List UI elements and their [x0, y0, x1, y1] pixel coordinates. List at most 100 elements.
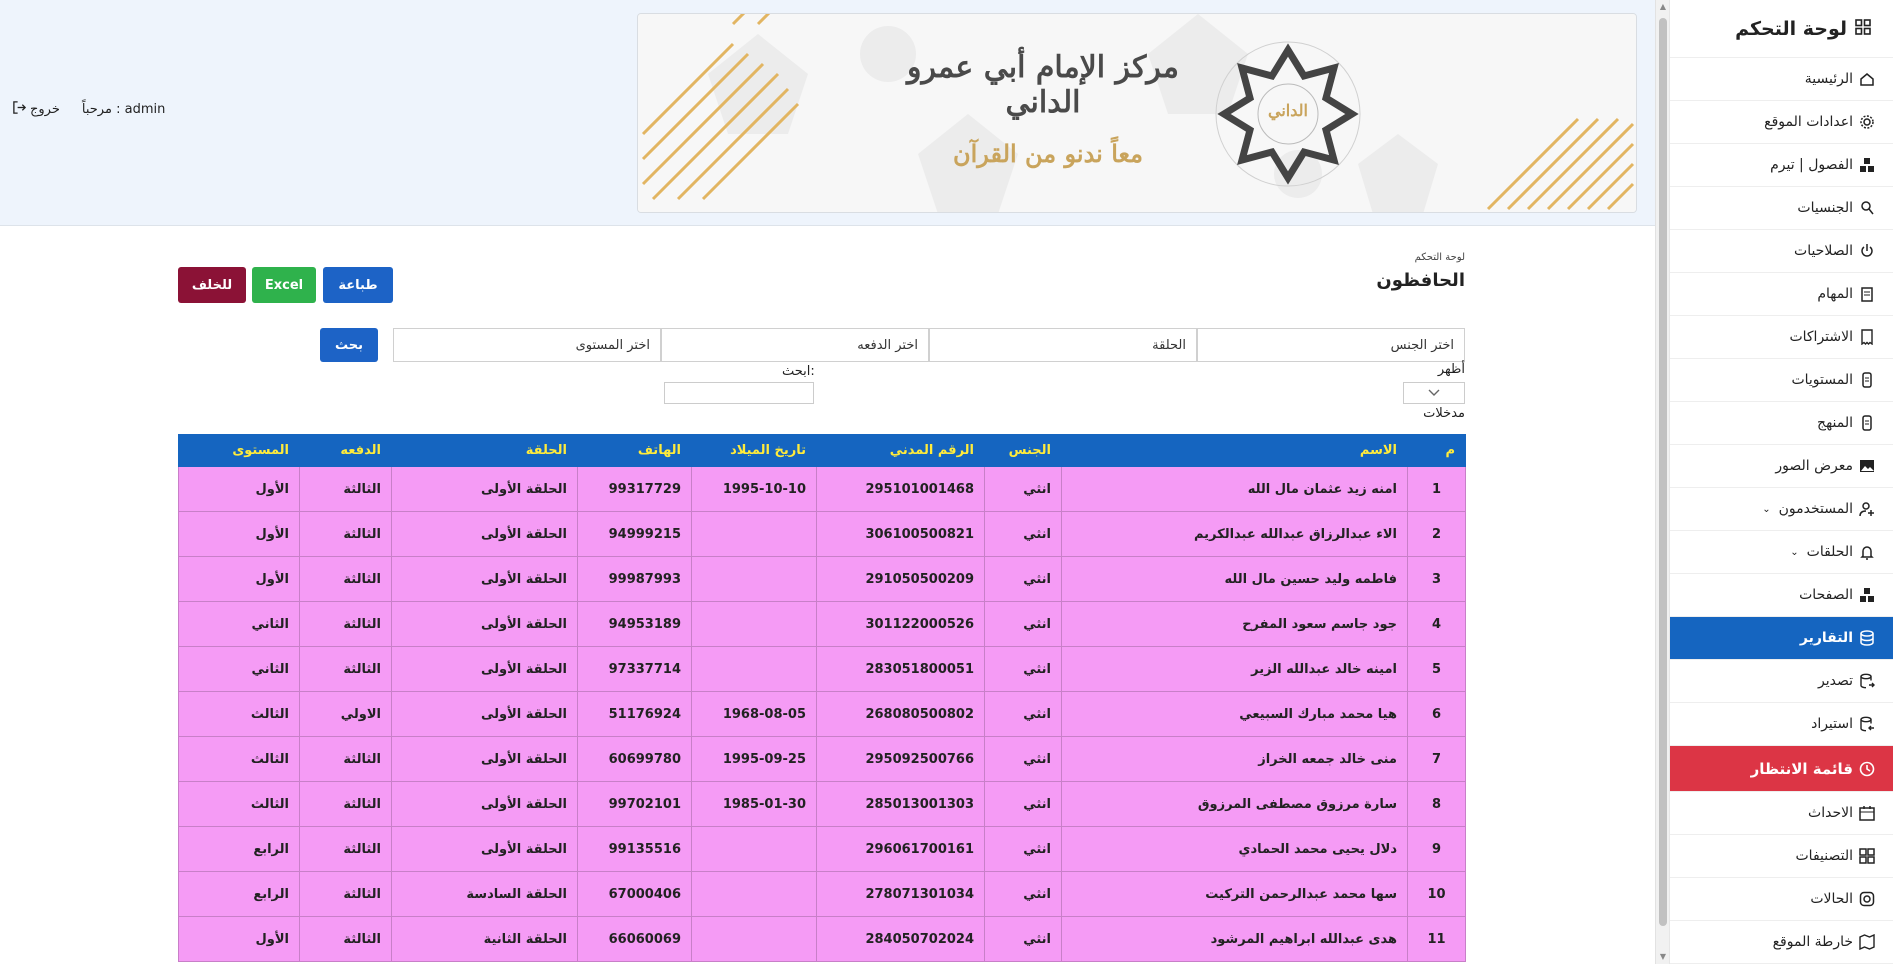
sidebar-item-label: اعدادات الموقع: [1764, 114, 1853, 130]
import-icon: [1859, 716, 1875, 732]
sidebar-item-16[interactable]: استيراد: [1670, 703, 1893, 746]
table-cell: الحلقة الأولى: [391, 781, 578, 827]
back-button[interactable]: للخلف: [178, 267, 246, 303]
sidebar-title[interactable]: لوحة التحكم: [1670, 0, 1893, 58]
sidebar-item-15[interactable]: تصدير: [1670, 660, 1893, 703]
table-row[interactable]: 3 فاطمه وليد حسين مال الله انثي 29105050020…: [178, 556, 1466, 602]
table-cell: 51176924: [577, 691, 692, 737]
sidebar-title-label: لوحة التحكم: [1735, 17, 1847, 40]
table-header-row: م الاسم الجنس الرقم المدني تاريخ الميلاد الها…: [178, 434, 1466, 467]
sidebar-item-label: المستويات: [1791, 372, 1853, 388]
payment-select[interactable]: اختر الدفعه: [661, 328, 929, 362]
sidebar-item-4[interactable]: الجنسيات: [1670, 187, 1893, 230]
sidebar-item-10[interactable]: معرض الصور: [1670, 445, 1893, 488]
sidebar-item-5[interactable]: الصلاحيات: [1670, 230, 1893, 273]
table-cell: انثي: [984, 691, 1062, 737]
table-cell: 99135516: [577, 826, 692, 872]
column-header[interactable]: تاريخ الميلاد: [691, 434, 817, 467]
image-icon: [1859, 458, 1875, 474]
table-cell: الاولي: [299, 691, 392, 737]
table-row[interactable]: 10 سها محمد عبدالرحمن التركيت انثي 27807130…: [178, 871, 1466, 917]
column-header[interactable]: الحلقة: [391, 434, 578, 467]
table-cell: الحلقة السادسة: [391, 871, 578, 917]
sidebar-item-label: الفصول | تيرم: [1770, 157, 1853, 173]
sidebar-item-2[interactable]: اعدادات الموقع: [1670, 101, 1893, 144]
entries-per-page-select[interactable]: [1403, 382, 1465, 404]
table-row[interactable]: 7 منى خالد جمعه الخراز انثي 295092500766 199…: [178, 736, 1466, 782]
sidebar-item-21[interactable]: خارطة الموقع: [1670, 921, 1893, 964]
table-row[interactable]: 2 الاء عبدالرزاق عبدالله عبدالكريم انثي 306…: [178, 511, 1466, 557]
table-cell: [691, 601, 817, 647]
table-cell: الثالثة: [299, 556, 392, 602]
table-cell: [691, 646, 817, 692]
halaqa-select[interactable]: الحلقة: [929, 328, 1197, 362]
table-cell: الثاني: [178, 646, 300, 692]
table-cell: الحلقة الأولى: [391, 511, 578, 557]
excel-export-button[interactable]: Excel: [252, 267, 316, 303]
sidebar-item-13[interactable]: الصفحات: [1670, 574, 1893, 617]
table-row[interactable]: 5 امينه خالد عبدالله الزير انثي 28305180005…: [178, 646, 1466, 692]
column-header[interactable]: المستوى: [178, 434, 300, 467]
table-cell: الثالث: [178, 781, 300, 827]
sidebar-item-20[interactable]: الحالات: [1670, 878, 1893, 921]
table-row[interactable]: 11 هدى عبدالله ابراهيم المرشود انثي 2840507…: [178, 916, 1466, 962]
column-header[interactable]: الدفعه: [299, 434, 392, 467]
table-cell: 94999215: [577, 511, 692, 557]
sidebar-item-17[interactable]: قائمة الانتظار: [1670, 746, 1893, 792]
column-header[interactable]: الرقم المدني: [816, 434, 985, 467]
scroll-down-icon[interactable]: ▼: [1659, 953, 1667, 961]
sidebar-item-1[interactable]: الرئيسية: [1670, 58, 1893, 101]
sidebar-item-9[interactable]: المنهج: [1670, 402, 1893, 445]
sidebar-item-11[interactable]: المستخدمون ⌄: [1670, 488, 1893, 531]
sidebar-item-7[interactable]: الاشتراكات: [1670, 316, 1893, 359]
table-row[interactable]: 8 سارة مرزوق مصطفى المرزوق انثي 28501300130…: [178, 781, 1466, 827]
sidebar-item-12[interactable]: الحلقات ⌄: [1670, 531, 1893, 574]
table-row[interactable]: 4 جود جاسم سعود المفرح انثي 301122000526 949…: [178, 601, 1466, 647]
table-cell: الرابع: [178, 826, 300, 872]
logout-label: خروج: [30, 102, 60, 117]
sidebar-item-label: معرض الصور: [1775, 458, 1853, 474]
table-cell: 99317729: [577, 466, 692, 512]
print-button[interactable]: طباعة: [323, 267, 393, 303]
column-header[interactable]: الجنس: [984, 434, 1062, 467]
scrollbar-thumb[interactable]: [1659, 18, 1667, 926]
table-cell: الحلقة الأولى: [391, 826, 578, 872]
chevron-down-icon: ⌄: [1762, 503, 1771, 515]
level-select[interactable]: اختر المستوى: [393, 328, 661, 362]
gender-select[interactable]: اختر الجنس: [1197, 328, 1465, 362]
top-header: خروج مرحباً : admin الداني مركز الإمام أ…: [0, 0, 1655, 226]
sidebar-item-14[interactable]: التقارير: [1670, 617, 1893, 660]
sidebar-item-8[interactable]: المستويات: [1670, 359, 1893, 402]
sidebar-item-label: الرئيسية: [1804, 71, 1853, 87]
table-cell: الثالثة: [299, 871, 392, 917]
table-cell: الاء عبدالرزاق عبدالله عبدالكريم: [1061, 511, 1408, 557]
table-cell: [691, 916, 817, 962]
column-header[interactable]: الهاتف: [577, 434, 692, 467]
scroll-up-icon[interactable]: ▲: [1659, 3, 1667, 11]
table-cell: 1: [1407, 466, 1466, 512]
search-input[interactable]: [664, 382, 814, 404]
column-header[interactable]: م: [1407, 434, 1466, 467]
sidebar-item-label: المهام: [1817, 286, 1853, 302]
logout-link[interactable]: خروج: [12, 100, 60, 119]
column-header[interactable]: الاسم: [1061, 434, 1408, 467]
sidebar-item-18[interactable]: الاحداث: [1670, 792, 1893, 835]
page-scrollbar[interactable]: ▲ ▼: [1655, 0, 1669, 964]
table-cell: 7: [1407, 736, 1466, 782]
table-cell: امنه زيد عثمان مال الله: [1061, 466, 1408, 512]
table-cell: 268080500802: [816, 691, 985, 737]
table-cell: الثالثة: [299, 781, 392, 827]
sidebar-item-6[interactable]: المهام: [1670, 273, 1893, 316]
table-row[interactable]: 6 هيا محمد مبارك السبيعي انثي 268080500802 1…: [178, 691, 1466, 737]
table-cell: 285013001303: [816, 781, 985, 827]
page-title: الحافظون: [1376, 270, 1465, 291]
table-row[interactable]: 9 دلال يحيى محمد الحمادي انثي 296061700161 9…: [178, 826, 1466, 872]
table-cell: 1968-08-05: [691, 691, 817, 737]
table-row[interactable]: 1 امنه زيد عثمان مال الله انثي 295101001468…: [178, 466, 1466, 512]
search-button[interactable]: بحث: [320, 328, 378, 362]
breadcrumb[interactable]: لوحة التحكم: [1415, 252, 1465, 263]
sidebar-item-19[interactable]: التصنيفات: [1670, 835, 1893, 878]
clock-icon: [1859, 761, 1875, 777]
sidebar-item-3[interactable]: الفصول | تيرم: [1670, 144, 1893, 187]
table-cell: سها محمد عبدالرحمن التركيت: [1061, 871, 1408, 917]
